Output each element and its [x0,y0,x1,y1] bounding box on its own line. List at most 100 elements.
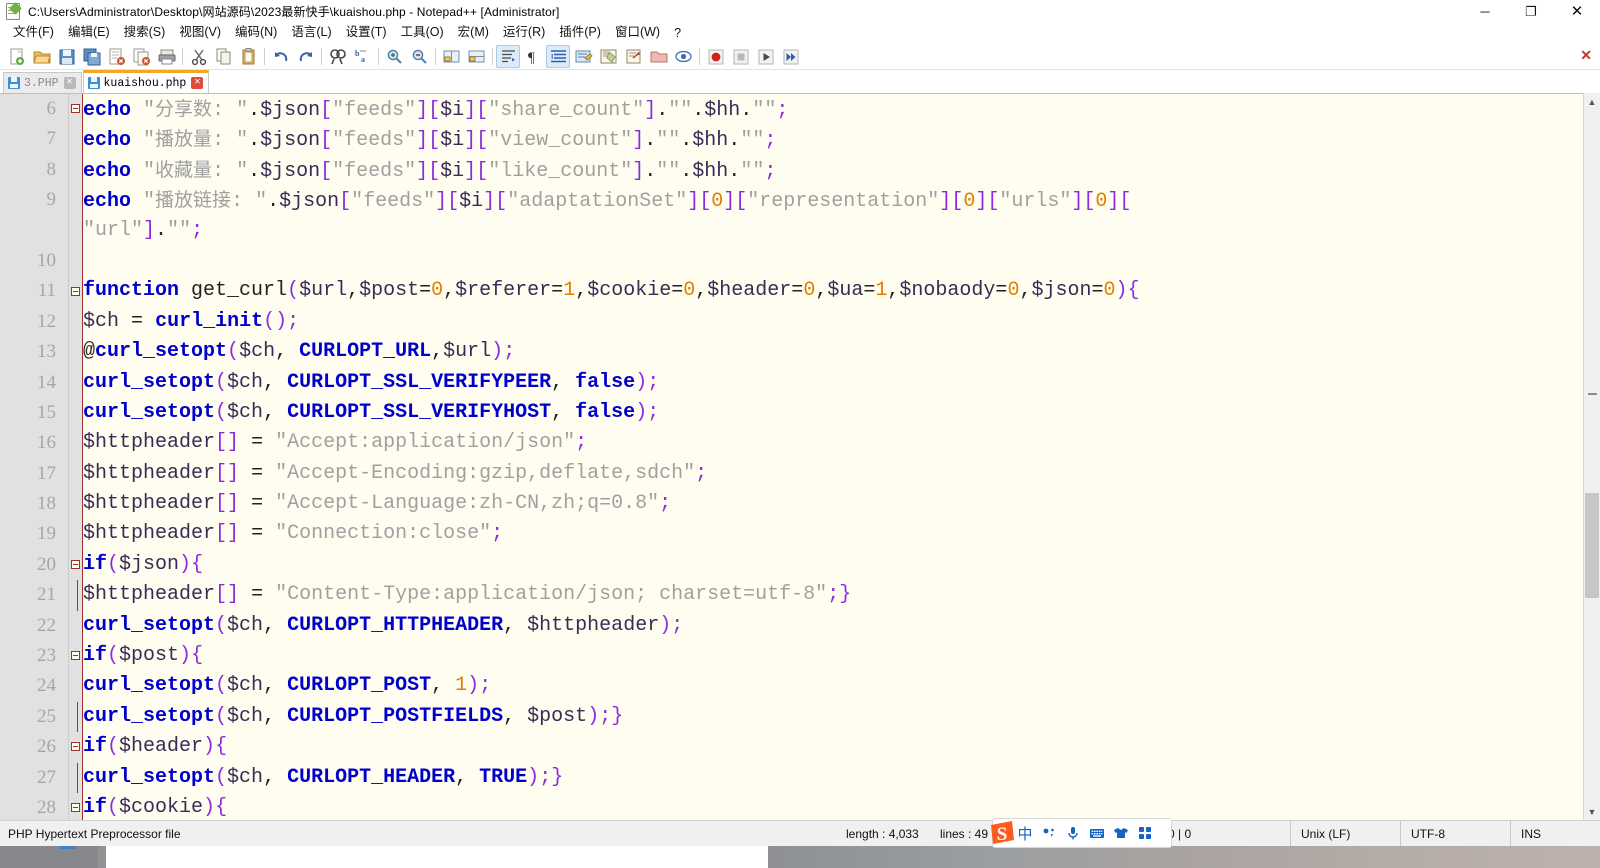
fold-marker[interactable] [70,368,81,398]
open-file-icon[interactable] [29,45,53,68]
fast-play-macro-icon[interactable] [778,45,802,68]
print-icon[interactable] [154,45,178,68]
show-all-chars-icon[interactable]: ¶ [521,45,545,68]
record-macro-icon[interactable] [703,45,727,68]
windows-taskbar[interactable] [0,846,1600,868]
sogou-logo-icon[interactable]: S [987,818,1014,845]
status-encoding[interactable]: UTF-8 [1400,821,1445,846]
menu-help[interactable]: ? [667,24,688,42]
fold-marker[interactable] [70,185,81,215]
fold-marker[interactable] [70,671,81,701]
code-line[interactable]: 24 curl_setopt($ch, CURLOPT_POST, 1); [0,671,1600,701]
code-line[interactable]: 6 echo "分享数: ".$json["feeds"][$i]["share_… [0,94,1600,124]
fold-marker[interactable] [70,519,81,549]
fold-marker[interactable] [70,489,81,519]
fold-marker[interactable] [70,580,81,611]
code-line[interactable]: 13 @curl_setopt($ch, CURLOPT_URL,$url); [0,337,1600,367]
undo-icon[interactable] [268,45,292,68]
tab-close-button[interactable]: ✕ [191,77,204,89]
sync-horizontal-icon[interactable] [464,45,488,68]
menu-search[interactable]: 搜索(S) [117,24,173,41]
sync-vertical-icon[interactable] [439,45,463,68]
tab-kuaishou-php[interactable]: kuaishou.php ✕ [82,70,210,93]
play-macro-icon[interactable] [753,45,777,68]
copy-icon[interactable] [211,45,235,68]
half-full-width-icon[interactable] [1037,820,1061,846]
user-language-icon[interactable] [571,45,595,68]
fold-marker[interactable] [70,701,81,733]
voice-input-icon[interactable] [1061,820,1085,846]
folder-as-workspace-icon[interactable] [646,45,670,68]
fold-marker[interactable] [70,732,81,762]
code-line[interactable]: 27 curl_setopt($ch, CURLOPT_HEADER, TRUE)… [0,762,1600,793]
maximize-restore-button[interactable]: ❐ [1508,0,1554,22]
code-line[interactable]: 26 if($header){ [0,732,1600,762]
status-eol[interactable]: Unix (LF) [1290,821,1350,846]
scrollbar-thumb[interactable] [1585,493,1599,598]
status-insert-mode[interactable]: INS [1510,821,1541,846]
menu-encoding[interactable]: 编码(N) [228,24,284,41]
code-line[interactable]: 9 echo "播放链接: ".$json["feeds"][$i]["adapt… [0,185,1600,215]
fold-marker[interactable] [70,641,81,671]
fold-marker[interactable] [70,793,81,820]
menu-macro[interactable]: 宏(M) [451,24,496,41]
fold-marker[interactable] [70,550,81,580]
code-line[interactable]: 20 if($json){ [0,550,1600,580]
monitoring-icon[interactable] [671,45,695,68]
menu-window[interactable]: 窗口(W) [608,24,667,41]
scroll-down-arrow[interactable]: ▼ [1584,803,1600,820]
code-line[interactable]: 19 $httpheader[] = "Connection:close"; [0,519,1600,549]
menu-file[interactable]: 文件(F) [6,24,61,41]
replace-icon[interactable]: ba [350,45,374,68]
skin-icon[interactable] [1109,820,1133,846]
new-file-icon[interactable] [4,45,28,68]
tab-3-php[interactable]: 3.PHP ✕ [3,72,82,93]
code-line[interactable]: 12 $ch = curl_init(); [0,307,1600,337]
fold-marker[interactable] [70,398,81,428]
code-line[interactable]: 25 curl_setopt($ch, CURLOPT_POSTFIELDS, $… [0,701,1600,733]
code-line[interactable]: 15 curl_setopt($ch, CURLOPT_SSL_VERIFYHOS… [0,398,1600,428]
paste-icon[interactable] [236,45,260,68]
save-all-icon[interactable] [79,45,103,68]
code-line[interactable]: 18 $httpheader[] = "Accept-Language:zh-CN… [0,489,1600,519]
code-line[interactable]: 16 $httpheader[] = "Accept:application/js… [0,428,1600,458]
minimize-button[interactable]: ─ [1462,0,1508,22]
function-list-icon[interactable] [621,45,645,68]
code-line[interactable]: 28 if($cookie){ [0,793,1600,820]
sogou-ime-toolbar[interactable]: S 中 [991,818,1172,848]
close-window-button[interactable]: ✕ [1554,0,1600,22]
fold-marker[interactable] [70,246,81,276]
find-icon[interactable] [325,45,349,68]
tab-close-button[interactable]: ✕ [63,77,76,89]
zoom-in-icon[interactable] [382,45,406,68]
close-all-icon[interactable] [129,45,153,68]
code-editor[interactable]: 6 echo "分享数: ".$json["feeds"][$i]["share_… [0,93,1600,820]
document-map-icon[interactable] [596,45,620,68]
menu-tools[interactable]: 工具(O) [394,24,451,41]
code-line[interactable]: 21 $httpheader[] = "Content-Type:applicat… [0,580,1600,611]
code-line[interactable]: 14 curl_setopt($ch, CURLOPT_SSL_VERIFYPEE… [0,368,1600,398]
cut-icon[interactable] [186,45,210,68]
code-line[interactable]: 22 curl_setopt($ch, CURLOPT_HTTPHEADER, $… [0,611,1600,641]
code-line[interactable]: 17 $httpheader[] = "Accept-Encoding:gzip,… [0,459,1600,489]
fold-marker[interactable] [70,124,81,154]
fold-marker[interactable] [70,428,81,458]
fold-marker[interactable] [70,94,81,124]
soft-keyboard-icon[interactable] [1085,820,1109,846]
menu-settings[interactable]: 设置(T) [339,24,394,41]
code-line[interactable]: 11 function get_curl($url,$post=0,$refere… [0,276,1600,306]
fold-marker[interactable] [70,276,81,306]
indent-guide-icon[interactable] [546,44,570,68]
fold-marker[interactable] [70,459,81,489]
fold-marker[interactable] [70,307,81,337]
zoom-out-icon[interactable] [407,45,431,68]
toolbox-icon[interactable] [1133,820,1157,846]
scroll-up-arrow[interactable]: ▲ [1584,93,1600,110]
fold-marker[interactable] [70,762,81,793]
fold-marker[interactable] [70,611,81,641]
fold-marker[interactable] [70,155,81,185]
redo-icon[interactable] [293,45,317,68]
word-wrap-icon[interactable] [496,44,520,68]
menu-run[interactable]: 运行(R) [496,24,552,41]
stop-macro-icon[interactable] [728,45,752,68]
